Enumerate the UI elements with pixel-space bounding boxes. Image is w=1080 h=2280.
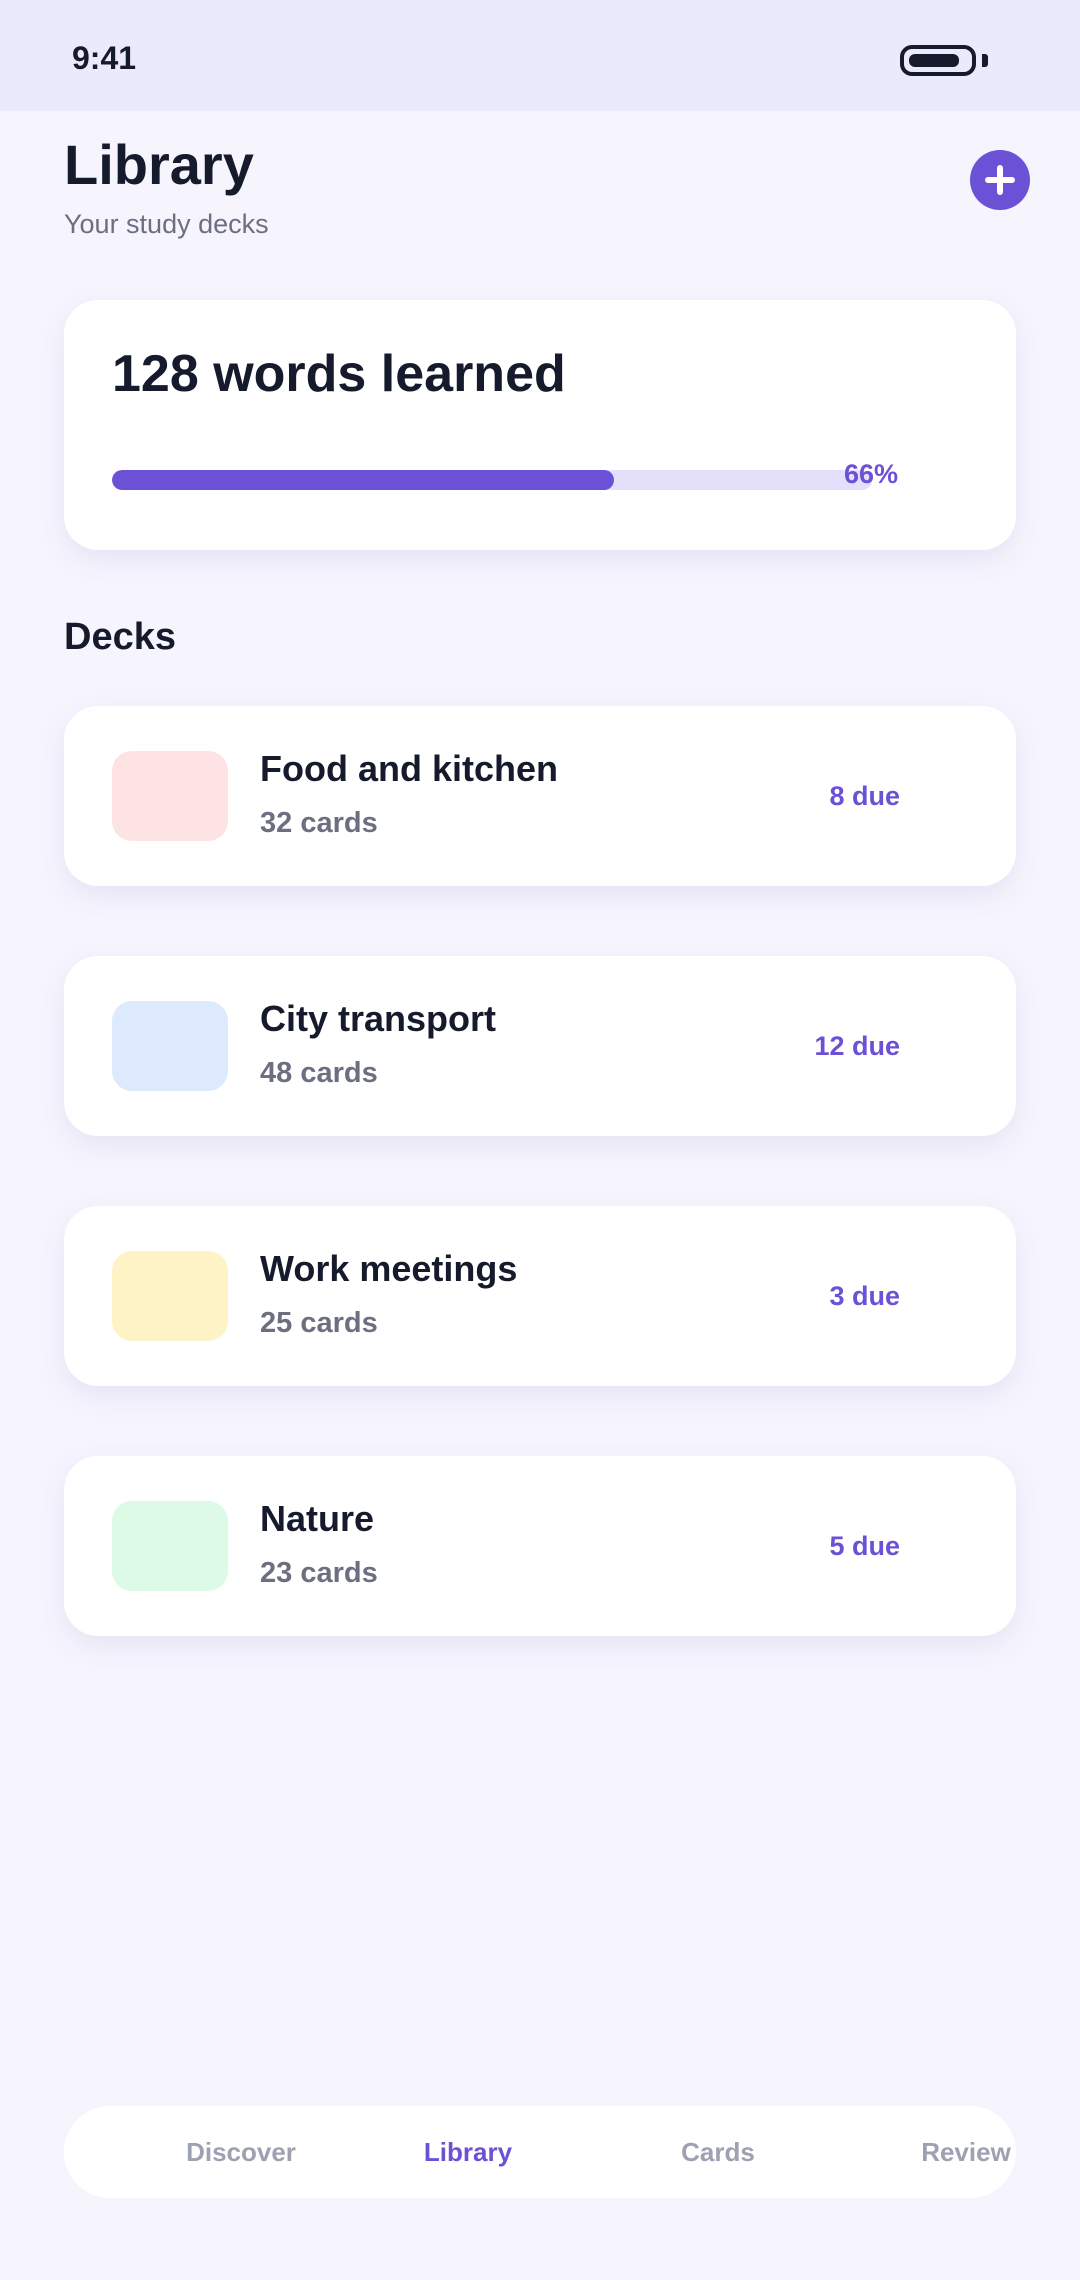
page-subtitle: Your study decks [64, 209, 269, 239]
deck-due-badge: 3 due [829, 1281, 900, 1311]
library-screen: 9:41 Library Your study decks 128 words … [0, 0, 1080, 2280]
bottom-nav: Discover Library Cards Review [64, 2106, 1016, 2198]
progress-fill [112, 470, 614, 490]
deck-thumbnail [112, 1251, 228, 1341]
deck-card[interactable]: Work meetings 25 cards 3 due [64, 1206, 1016, 1386]
deck-card[interactable]: Nature 23 cards 5 due [64, 1456, 1016, 1636]
deck-name: City transport [260, 998, 497, 1039]
deck-name: Food and kitchen [260, 748, 559, 789]
battery-icon [900, 45, 976, 76]
nav-tab-library[interactable]: Library [368, 2106, 568, 2198]
page-title: Library [64, 133, 254, 196]
deck-due-badge: 8 due [829, 781, 900, 811]
deck-thumbnail [112, 1001, 228, 1091]
progress-title: 128 words learned [112, 345, 566, 403]
deck-card-count: 25 cards [260, 1307, 378, 1339]
deck-due-badge: 5 due [829, 1531, 900, 1561]
progress-track [112, 470, 872, 490]
deck-name: Nature [260, 1498, 375, 1539]
add-deck-button[interactable] [970, 150, 1030, 210]
nav-tab-discover[interactable]: Discover [141, 2106, 341, 2198]
deck-card-count: 23 cards [260, 1557, 378, 1589]
status-bar: 9:41 [0, 0, 1080, 111]
plus-icon [985, 165, 1015, 195]
status-time: 9:41 [72, 40, 137, 76]
deck-name: Work meetings [260, 1248, 518, 1289]
battery-tip [982, 54, 988, 67]
deck-card-count: 48 cards [260, 1057, 378, 1089]
deck-card-count: 32 cards [260, 807, 378, 839]
battery-level [909, 54, 959, 67]
deck-card[interactable]: Food and kitchen 32 cards 8 due [64, 706, 1016, 886]
section-title-decks: Decks [64, 616, 176, 658]
progress-card: 128 words learned 66% [64, 300, 1016, 550]
nav-tab-cards[interactable]: Cards [618, 2106, 818, 2198]
progress-percent: 66% [844, 459, 899, 489]
deck-card[interactable]: City transport 48 cards 12 due [64, 956, 1016, 1136]
nav-tab-review[interactable]: Review [866, 2106, 1066, 2198]
deck-thumbnail [112, 1501, 228, 1591]
deck-thumbnail [112, 751, 228, 841]
deck-due-badge: 12 due [814, 1031, 900, 1061]
